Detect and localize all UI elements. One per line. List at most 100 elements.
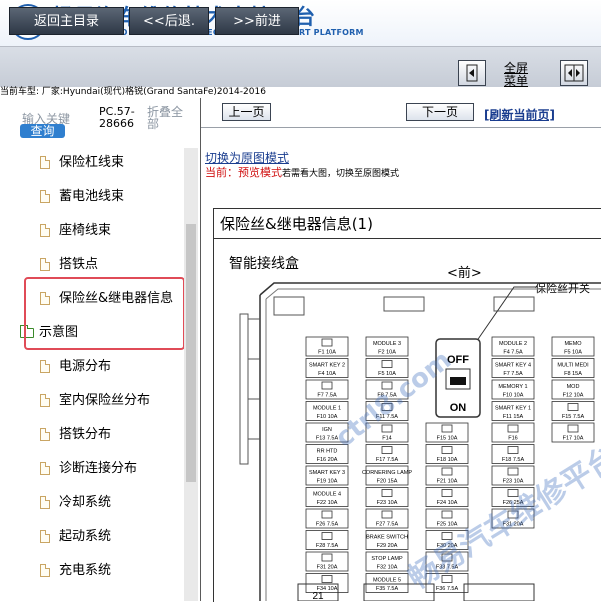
fuse-label: SMART KEY 3 xyxy=(309,470,345,476)
fuse-label: MODULE 5 xyxy=(373,578,401,584)
fuse-rating: F2 10A xyxy=(378,350,396,356)
fuse-rating: F18 7.5A xyxy=(502,457,525,463)
fuse-rating: F32 10A xyxy=(377,565,398,571)
diagram-title: 保险丝&继电器信息(1) xyxy=(220,215,373,233)
fuse-label: MODULE 3 xyxy=(373,341,401,347)
fuse-label: BRAKE SWITCH xyxy=(366,535,408,541)
document-icon xyxy=(40,496,50,509)
forward-button[interactable]: >>前进 xyxy=(215,7,299,35)
fuse-label: MODULE 1 xyxy=(313,406,341,412)
fuse-rating: F23 10A xyxy=(377,500,398,506)
fuse-rating: F16 xyxy=(508,436,517,442)
fuse-rating: F16 20A xyxy=(317,457,338,463)
fuse-label: SMART KEY 2 xyxy=(309,363,345,369)
fuse-rating: F28 7.5A xyxy=(316,543,339,549)
document-icon xyxy=(40,564,50,577)
refresh-page-link[interactable]: [刷新当前页] xyxy=(484,106,555,123)
document-icon xyxy=(40,190,50,203)
highlight-box xyxy=(24,277,185,350)
fuse-rating: F11 15A xyxy=(503,414,524,420)
fullscreen-menu-link[interactable]: 全屏 菜单 xyxy=(504,62,528,88)
document-icon xyxy=(40,360,50,373)
fuse-label: SMART KEY 4 xyxy=(495,363,531,369)
fuse-rating: F21 10A xyxy=(437,479,458,485)
tree-item-label: 冷却系统 xyxy=(59,495,112,510)
connector-number: 21 xyxy=(312,591,324,601)
fuse-box-drawing: F1 10A SMART KEY 2 F4 10A F7 7.5A MODULE 1 F1… xyxy=(239,282,601,601)
fuse-label: RR HTD xyxy=(317,449,338,455)
fuse-rating: F1 10A xyxy=(318,350,336,356)
fuse-rating: F14 xyxy=(382,436,391,442)
fuse-label: MULTI MEDI xyxy=(557,363,589,369)
document-icon xyxy=(40,462,50,475)
document-icon xyxy=(40,428,50,441)
tree-item-label: 保险杠线束 xyxy=(59,155,125,170)
fuse-rating: F12 10A xyxy=(563,393,584,399)
collapse-left-button[interactable] xyxy=(458,60,486,86)
fuse-rating: F5 10A xyxy=(564,350,582,356)
fuse-rating: F8 15A xyxy=(564,371,582,377)
fuse-rating: F18 10A xyxy=(437,457,458,463)
switch-on-label: ON xyxy=(450,402,467,414)
fuse-rating: F35 7.5A xyxy=(376,586,399,592)
next-page-button[interactable]: 下一页 xyxy=(406,103,474,121)
collapse-all-link[interactable]: 折叠全部 xyxy=(147,106,187,130)
fuse-rating: F26 7.5A xyxy=(316,522,339,528)
fuse-rating: F20 15A xyxy=(377,479,398,485)
tree-item-label: 室内保险丝分布 xyxy=(59,393,151,408)
arrows-split-icon xyxy=(564,64,584,82)
fuse-rating: F31 20A xyxy=(317,565,338,571)
fuse-rating: F5 10A xyxy=(378,371,396,377)
fuse-rating: F29 20A xyxy=(377,543,398,549)
scrollbar-thumb[interactable] xyxy=(186,224,196,482)
fuse-label: MEMO xyxy=(564,341,582,347)
fuse-rating: F15 7.5A xyxy=(562,414,585,420)
fuse-rating: F36 7.5A xyxy=(436,586,459,592)
fuse-rating: F7 7.5A xyxy=(503,371,523,377)
fuse-rating: F15 10A xyxy=(437,436,458,442)
tree-item-label: 搭铁点 xyxy=(59,257,99,272)
current-mode-prefix: 当前： xyxy=(205,166,238,179)
fuse-rating: F17 10A xyxy=(563,436,584,442)
document-code: PC.57-28666 xyxy=(99,105,135,130)
document-icon xyxy=(40,530,50,543)
tree-item-label: 起动系统 xyxy=(59,529,112,544)
tree-item-label: 蓄电池线束 xyxy=(59,189,125,204)
tree-item-label: 电源分布 xyxy=(59,359,112,374)
tree-item-label: 座椅线束 xyxy=(59,223,112,238)
tree-view: 保险杠线束 蓄电池线束 座椅线束 搭铁点 保险丝&继电器信息 示意图 电源分布 … xyxy=(0,148,184,601)
fuse-label: MODULE 2 xyxy=(499,341,527,347)
fuse-label: MEMORY 1 xyxy=(498,384,527,390)
tree-item-label: 诊断连接分布 xyxy=(59,461,138,476)
fuse-label: MODULE 4 xyxy=(313,492,341,498)
tree-item-label: 搭铁分布 xyxy=(59,427,112,442)
car-model-info: 当前车型: 厂家:Hyundai(现代)格锐(Grand SantaFe)201… xyxy=(0,87,266,97)
fuse-rating: F19 10A xyxy=(317,479,338,485)
fuse-label: SMART KEY 1 xyxy=(495,406,531,412)
fuse-label: MOD xyxy=(567,384,580,390)
fuse-label: CORNERING LAMP xyxy=(362,470,412,476)
fuse-rating: F4 10A xyxy=(318,371,336,377)
search-button[interactable]: 查询 xyxy=(20,124,65,138)
fuse-rating: F22 10A xyxy=(317,500,338,506)
home-button[interactable]: 返回主目录 xyxy=(9,7,124,35)
expand-panels-button[interactable] xyxy=(560,60,588,86)
document-icon xyxy=(40,224,50,237)
fuse-rating: F10 10A xyxy=(503,393,524,399)
document-icon xyxy=(40,156,50,169)
document-icon xyxy=(40,258,50,271)
current-mode-hint: 若需看大图，切换至原图模式 xyxy=(282,169,400,179)
arrow-left-icon xyxy=(466,64,478,82)
fuse-rating: F27 7.5A xyxy=(376,522,399,528)
current-mode-value: 预览模式 xyxy=(238,166,282,179)
fuse-rating: F7 7.5A xyxy=(317,393,337,399)
fuse-rating: F10 10A xyxy=(317,414,338,420)
fuse-rating: F17 7.5A xyxy=(376,457,399,463)
tree-item-label: 充电系统 xyxy=(59,563,112,578)
fuse-rating: F24 10A xyxy=(437,500,458,506)
fuse-rating: F4 7.5A xyxy=(503,350,523,356)
document-icon xyxy=(40,394,50,407)
prev-page-button[interactable]: 上一页 xyxy=(222,103,271,121)
back-button[interactable]: <<后退. xyxy=(129,7,209,35)
current-mode-info: 当前：预览模式若需看大图，切换至原图模式 xyxy=(205,164,399,180)
